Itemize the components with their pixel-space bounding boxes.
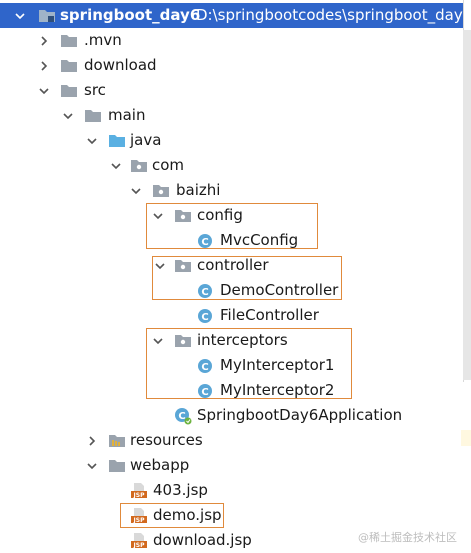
chevron-down-icon[interactable] xyxy=(148,328,168,353)
tree-item-label: webapp xyxy=(130,456,190,474)
svg-text:JSP: JSP xyxy=(133,492,146,499)
svg-text:JSP: JSP xyxy=(133,517,146,524)
folder-icon xyxy=(60,53,78,78)
source-folder-icon xyxy=(108,128,126,153)
tree-item-label: MvcConfig xyxy=(220,231,299,249)
tree-item-label: main xyxy=(108,106,146,124)
watermark: @稀土掘金技术社区 xyxy=(358,531,457,544)
folder-icon xyxy=(108,453,126,478)
class-icon: C xyxy=(197,303,213,328)
svg-text:C: C xyxy=(201,387,208,398)
chevron-down-icon[interactable] xyxy=(106,153,126,178)
tree-item-label: .mvn xyxy=(84,31,122,49)
class-icon: C xyxy=(197,228,213,253)
resources-folder-icon xyxy=(108,428,126,453)
tree-item-label: FileController xyxy=(220,306,319,324)
tree-item-label: config xyxy=(197,206,243,224)
svg-text:JSP: JSP xyxy=(133,542,146,549)
project-name: springboot_day6 xyxy=(60,6,201,24)
tree-item-label: SpringbootDay6Application xyxy=(197,406,403,424)
tree-item-label: MyInterceptor2 xyxy=(220,381,335,399)
svg-text:C: C xyxy=(201,362,208,373)
chevron-down-icon[interactable] xyxy=(10,3,30,28)
tree-item-label: MyInterceptor1 xyxy=(220,356,335,374)
chevron-right-icon[interactable] xyxy=(34,53,54,78)
tree-item-label: download.jsp xyxy=(153,531,252,549)
project-path: D:\springbootcodes\springboot_day xyxy=(196,6,463,24)
folder-icon xyxy=(60,28,78,53)
chevron-down-icon[interactable] xyxy=(58,103,78,128)
class-icon: C xyxy=(197,353,213,378)
tree-item-label: baizhi xyxy=(176,181,221,199)
package-icon xyxy=(152,178,170,203)
folder-icon xyxy=(84,103,102,128)
jsp-file-icon: JSP xyxy=(130,478,148,503)
tree-item-label: com xyxy=(152,156,185,174)
tree-item-label: download xyxy=(84,56,157,74)
tree-item-label: resources xyxy=(130,431,203,449)
jsp-file-icon: JSP xyxy=(130,528,148,553)
folder-icon xyxy=(60,78,78,103)
svg-text:C: C xyxy=(201,312,208,323)
svg-text:C: C xyxy=(201,287,208,298)
class-icon: C xyxy=(197,278,213,303)
scrollbar-thumb[interactable] xyxy=(463,30,471,380)
tree-item-label: DemoController xyxy=(220,281,339,299)
tree-item-label: 403.jsp xyxy=(153,481,208,499)
tree-item-label: controller xyxy=(197,256,269,274)
package-icon xyxy=(130,153,148,178)
chevron-down-icon[interactable] xyxy=(148,203,168,228)
chevron-down-icon[interactable] xyxy=(150,253,170,278)
tree-row-project-root[interactable]: springboot_day6 D:\springbootcodes\sprin… xyxy=(0,3,463,28)
package-icon xyxy=(174,253,192,278)
chevron-down-icon[interactable] xyxy=(82,453,102,478)
class-icon: C xyxy=(197,378,213,403)
tree-item-label: src xyxy=(84,81,106,99)
tree-item-label: demo.jsp xyxy=(153,506,222,524)
chevron-right-icon[interactable] xyxy=(82,428,102,453)
jsp-file-icon: JSP xyxy=(130,503,148,528)
package-icon xyxy=(174,203,192,228)
package-icon xyxy=(174,328,192,353)
chevron-down-icon[interactable] xyxy=(34,78,54,103)
spring-boot-class-icon: C xyxy=(174,403,192,428)
gutter-marker xyxy=(461,430,471,446)
chevron-down-icon[interactable] xyxy=(126,178,146,203)
tree-item-label: java xyxy=(130,131,162,149)
chevron-right-icon[interactable] xyxy=(34,28,54,53)
svg-text:C: C xyxy=(201,237,208,248)
tree-item-label: interceptors xyxy=(197,331,288,349)
module-folder-icon xyxy=(38,3,56,28)
chevron-down-icon[interactable] xyxy=(82,128,102,153)
